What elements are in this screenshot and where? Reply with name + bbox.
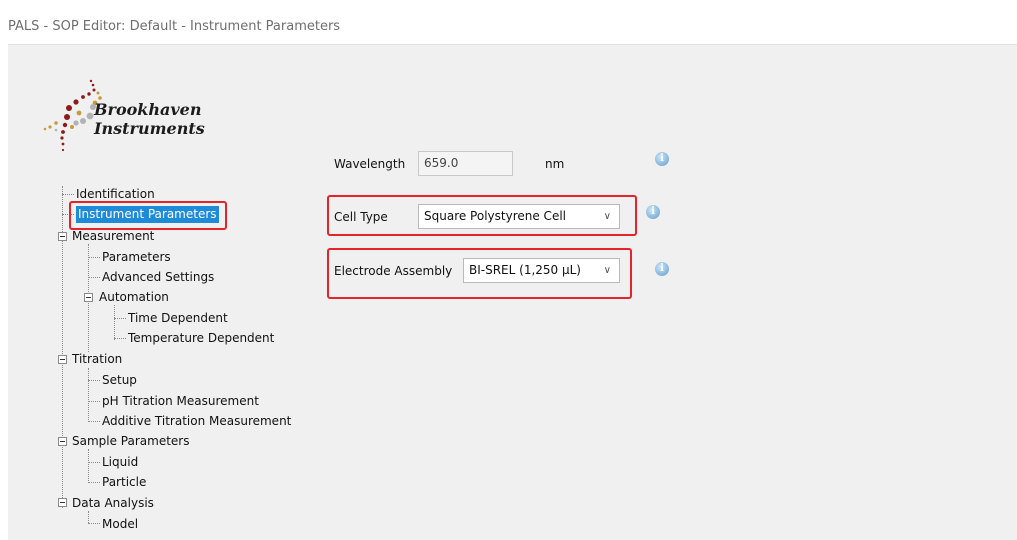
tree-line — [88, 277, 100, 278]
cell-type-value: Square Polystyrene Cell — [424, 209, 566, 223]
wavelength-unit: nm — [545, 157, 565, 171]
tree-item-sample-parameters[interactable]: Sample Parameters — [72, 434, 190, 449]
window-title: PALS - SOP Editor: Default - Instrument … — [8, 19, 341, 34]
tree-item-advanced-settings[interactable]: Advanced Settings — [102, 270, 214, 285]
logo-line-2: Instruments — [94, 119, 205, 138]
tree-item-time-dependent[interactable]: Time Dependent — [128, 311, 228, 326]
cell-type-select[interactable]: Square Polystyrene Cell ∨ — [418, 204, 620, 229]
tree-line — [88, 421, 100, 422]
tree-item-ph-titration-measurement[interactable]: pH Titration Measurement — [102, 394, 259, 409]
tree-line — [88, 380, 100, 381]
cell-type-label: Cell Type — [334, 210, 388, 224]
tree-line — [88, 462, 100, 463]
tree-line — [114, 305, 115, 340]
tree-line — [88, 368, 89, 422]
logo-line-1: Brookhaven — [94, 100, 202, 119]
tree-item-additive-titration-measurement[interactable]: Additive Titration Measurement — [102, 414, 291, 429]
collapse-icon[interactable] — [58, 498, 67, 507]
tree-item-automation[interactable]: Automation — [99, 290, 169, 305]
tree-item-particle[interactable]: Particle — [102, 475, 146, 490]
collapse-icon[interactable] — [84, 293, 93, 302]
tree-line — [114, 318, 126, 319]
electrode-assembly-value: BI-SREL (1,250 µL) — [469, 263, 581, 277]
tree-line — [88, 523, 100, 524]
tree-item-instrument-parameters[interactable]: Instrument Parameters — [76, 206, 219, 223]
tree-item-parameters[interactable]: Parameters — [102, 250, 171, 265]
wavelength-label: Wavelength — [334, 157, 406, 171]
tree-line — [88, 482, 100, 483]
tree-item-identification[interactable]: Identification — [76, 187, 155, 202]
info-icon[interactable]: i — [655, 152, 669, 166]
tree-line — [62, 194, 74, 195]
chevron-down-icon: ∨ — [603, 211, 611, 222]
tree-item-setup[interactable]: Setup — [102, 373, 137, 388]
info-icon[interactable]: i — [646, 205, 660, 219]
tree-line — [114, 338, 126, 339]
wavelength-field[interactable]: 659.0 — [418, 151, 513, 176]
tree-item-measurement[interactable]: Measurement — [72, 229, 154, 244]
info-icon[interactable]: i — [655, 262, 669, 276]
tree-line — [88, 449, 89, 483]
electrode-assembly-label: Electrode Assembly — [334, 264, 453, 278]
electrode-assembly-select[interactable]: BI-SREL (1,250 µL) ∨ — [463, 258, 620, 283]
tree-item-data-analysis[interactable]: Data Analysis — [72, 496, 154, 511]
collapse-icon[interactable] — [58, 232, 67, 241]
company-name: Brookhaven Instruments — [94, 100, 205, 138]
title-bar: PALS - SOP Editor: Default - Instrument … — [0, 0, 1017, 44]
tree-item-liquid[interactable]: Liquid — [102, 455, 138, 470]
tree-line — [88, 401, 100, 402]
tree-line — [88, 511, 89, 523]
collapse-icon[interactable] — [58, 437, 67, 446]
collapse-icon[interactable] — [58, 355, 67, 364]
tree-item-titration[interactable]: Titration — [72, 352, 122, 367]
tree-item-temperature-dependent[interactable]: Temperature Dependent — [128, 331, 274, 346]
tree-item-model[interactable]: Model — [102, 517, 138, 532]
tree-line — [88, 257, 100, 258]
chevron-down-icon: ∨ — [603, 265, 611, 276]
